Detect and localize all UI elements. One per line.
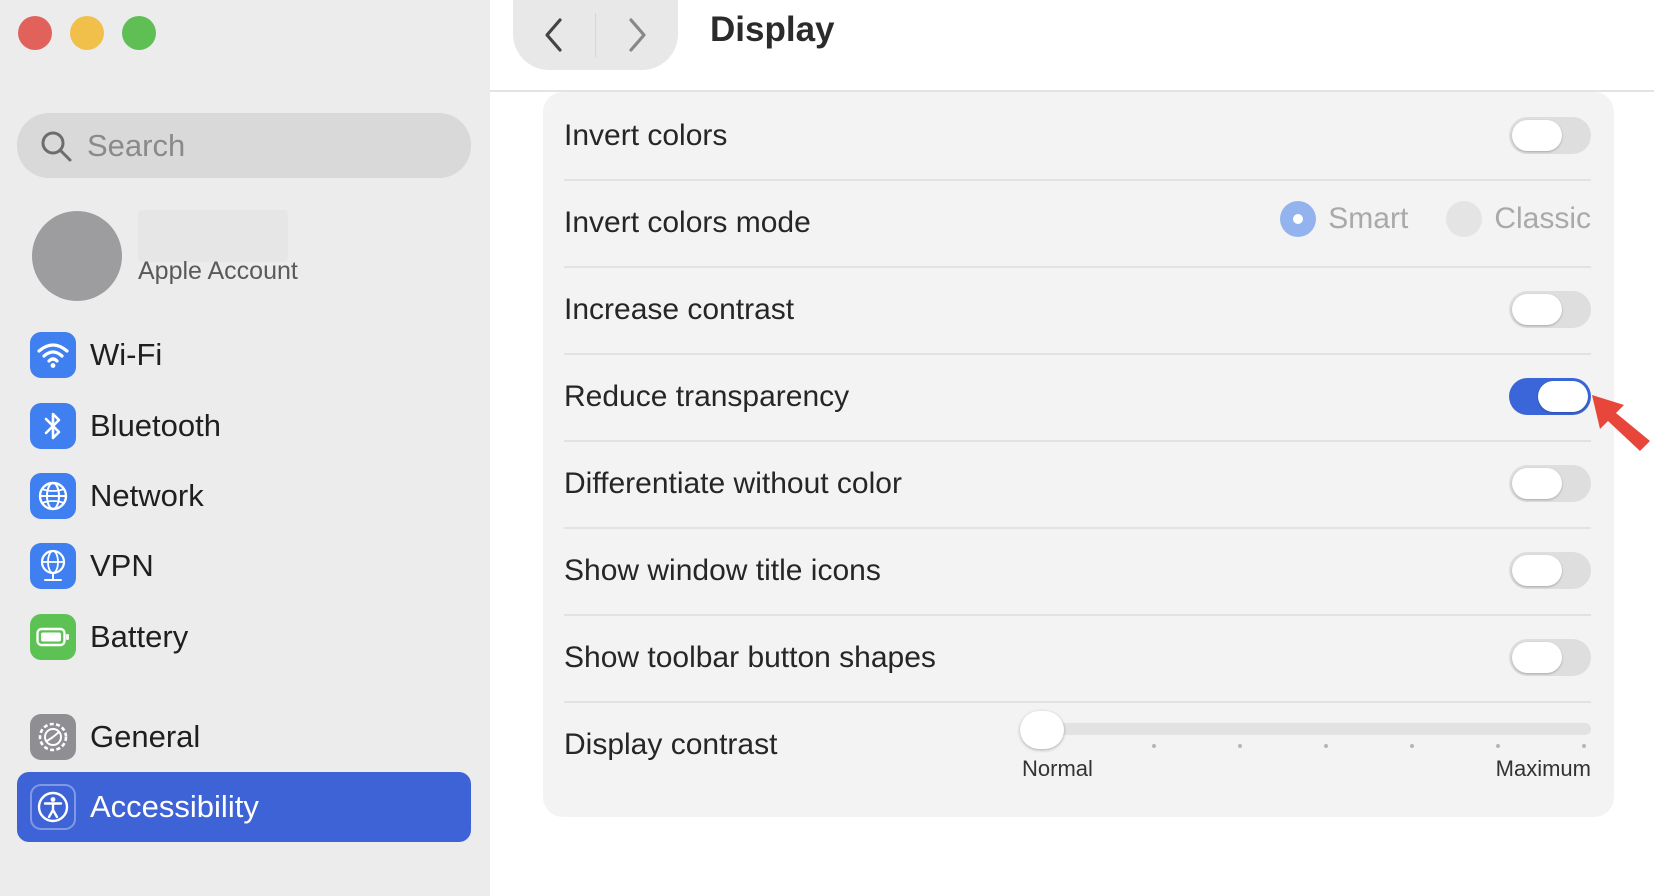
reduce-transparency-label: Reduce transparency — [564, 379, 850, 413]
battery-icon — [30, 614, 76, 660]
back-button[interactable] — [513, 5, 595, 65]
globe-icon — [30, 473, 76, 519]
display-settings-panel: Invert colors Invert colors mode Smart C… — [543, 92, 1614, 817]
search-field[interactable] — [17, 113, 471, 178]
annotation-arrow-icon — [1592, 395, 1650, 451]
show-window-title-icons-label: Show window title icons — [564, 553, 881, 587]
zoom-window-button[interactable] — [122, 16, 156, 50]
sidebar-item-network[interactable]: Network — [17, 461, 471, 531]
chevron-left-icon — [545, 18, 562, 52]
sidebar-item-label: VPN — [90, 548, 154, 583]
reduce-transparency-row: Reduce transparency — [564, 353, 1591, 442]
slider-tick — [1324, 744, 1328, 748]
accessibility-icon — [30, 784, 76, 830]
sidebar-item-accessibility[interactable]: Accessibility — [17, 772, 471, 842]
slider-thumb[interactable] — [1020, 711, 1064, 749]
invert-colors-label: Invert colors — [564, 118, 728, 152]
wifi-icon — [30, 332, 76, 378]
invert-colors-row: Invert colors — [564, 92, 1591, 181]
slider-tick — [1496, 744, 1500, 748]
sidebar-item-general[interactable]: General — [17, 702, 471, 772]
sidebar: Apple Account Wi-Fi Bluetooth — [0, 0, 490, 896]
navigation-buttons — [513, 0, 678, 70]
show-toolbar-button-shapes-label: Show toolbar button shapes — [564, 640, 936, 674]
invert-colors-mode-row: Invert colors mode Smart Classic — [564, 179, 1591, 268]
display-contrast-slider[interactable]: Normal Maximum — [564, 701, 1591, 788]
slider-tick — [1582, 744, 1586, 748]
show-window-title-icons-toggle[interactable] — [1509, 552, 1591, 589]
page-title: Display — [710, 10, 835, 49]
bluetooth-icon — [30, 403, 76, 449]
vpn-globe-icon — [30, 543, 76, 589]
invert-colors-mode-label: Invert colors mode — [564, 205, 811, 239]
increase-contrast-row: Increase contrast — [564, 266, 1591, 355]
chevron-right-icon — [629, 18, 646, 52]
differentiate-without-color-row: Differentiate without color — [564, 440, 1591, 529]
sidebar-item-label: Accessibility — [90, 789, 259, 824]
show-window-title-icons-row: Show window title icons — [564, 527, 1591, 616]
differentiate-without-color-label: Differentiate without color — [564, 466, 902, 500]
sidebar-item-label: Wi-Fi — [90, 337, 163, 372]
increase-contrast-toggle[interactable] — [1509, 291, 1591, 328]
sidebar-item-wifi[interactable]: Wi-Fi — [17, 320, 471, 390]
radio-unselected-icon — [1446, 201, 1483, 237]
search-input[interactable] — [85, 126, 449, 165]
show-toolbar-button-shapes-row: Show toolbar button shapes — [564, 614, 1591, 703]
gear-icon — [30, 714, 76, 760]
radio-classic[interactable]: Classic — [1446, 201, 1591, 237]
slider-max-label: Maximum — [1495, 756, 1591, 781]
forward-button[interactable] — [596, 5, 678, 65]
slider-tick — [1410, 744, 1414, 748]
show-toolbar-button-shapes-toggle[interactable] — [1509, 639, 1591, 676]
sidebar-item-label: Bluetooth — [90, 408, 221, 443]
slider-min-label: Normal — [1022, 756, 1093, 781]
sidebar-item-label: Network — [90, 478, 204, 513]
slider-tick — [1152, 744, 1156, 748]
search-icon — [41, 131, 72, 161]
reduce-transparency-toggle[interactable] — [1509, 378, 1591, 415]
display-contrast-row: Display contrast Normal Maximum — [564, 701, 1591, 788]
slider-tick — [1238, 744, 1242, 748]
sidebar-item-bluetooth[interactable]: Bluetooth — [17, 391, 471, 461]
radio-label: Classic — [1494, 202, 1591, 235]
slider-track[interactable] — [1024, 723, 1591, 735]
avatar[interactable] — [32, 211, 122, 301]
close-window-button[interactable] — [18, 16, 52, 50]
radio-selected-icon — [1280, 201, 1317, 237]
radio-smart[interactable]: Smart — [1280, 201, 1408, 237]
sidebar-item-battery[interactable]: Battery — [17, 602, 471, 672]
differentiate-without-color-toggle[interactable] — [1509, 465, 1591, 502]
window-controls — [18, 16, 156, 50]
apple-account-label[interactable]: Apple Account — [138, 257, 298, 286]
radio-label: Smart — [1328, 202, 1409, 235]
account-name-redacted — [138, 210, 288, 262]
invert-colors-mode-radio-group: Smart Classic — [1242, 201, 1591, 237]
sidebar-item-label: General — [90, 719, 201, 754]
sidebar-item-vpn[interactable]: VPN — [17, 531, 471, 601]
increase-contrast-label: Increase contrast — [564, 292, 795, 326]
toolbar: Display — [490, 0, 1654, 92]
minimize-window-button[interactable] — [70, 16, 104, 50]
invert-colors-toggle[interactable] — [1509, 117, 1591, 154]
sidebar-item-label: Battery — [90, 619, 189, 654]
